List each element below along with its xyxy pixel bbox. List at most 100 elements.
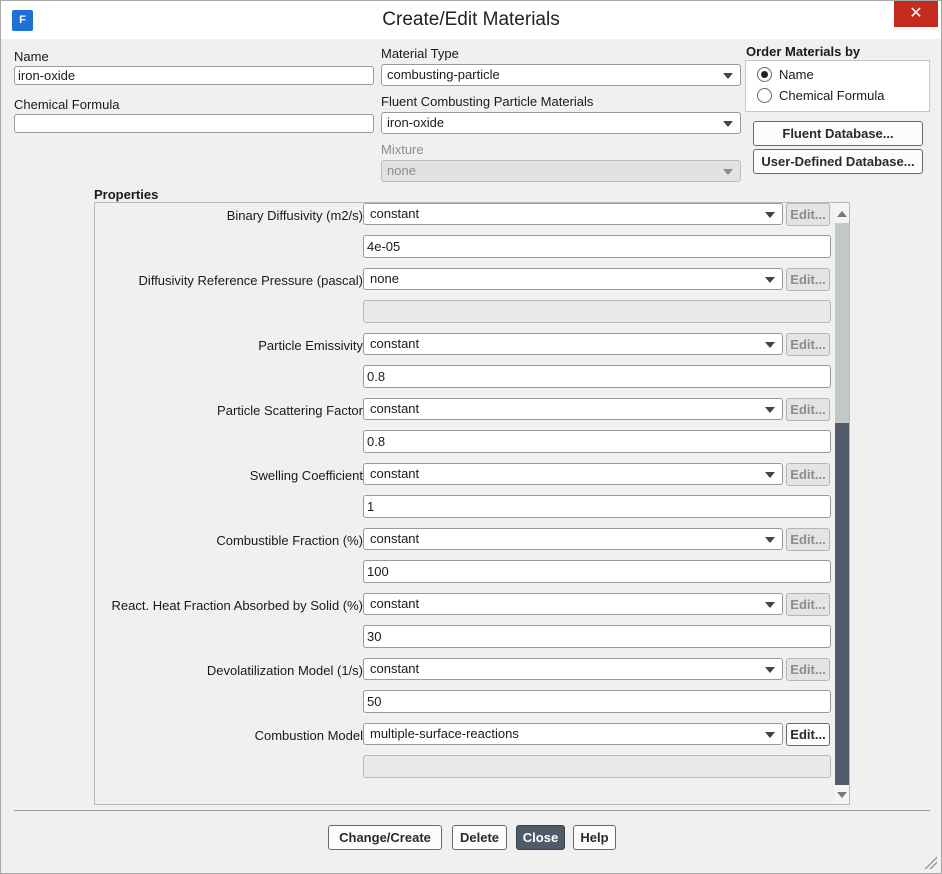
property-method-dropdown[interactable]: multiple-surface-reactions	[363, 723, 783, 745]
chevron-down-icon	[765, 472, 775, 478]
property-label: Combustible Fraction (%)	[216, 533, 363, 548]
material-type-dropdown[interactable]: combusting-particle	[381, 64, 741, 86]
property-label: Devolatilization Model (1/s)	[206, 663, 363, 678]
property-method-value: constant	[370, 596, 420, 611]
property-edit-button: Edit...	[786, 203, 830, 226]
close-icon[interactable]: ✕	[894, 1, 938, 27]
scroll-down-icon[interactable]	[834, 786, 849, 804]
property-edit-button: Edit...	[786, 333, 830, 356]
create-edit-materials-dialog: F Create/Edit Materials ✕ Name iron-oxid…	[0, 0, 942, 874]
property-edit-button[interactable]: Edit...	[786, 723, 830, 746]
property-value-input	[363, 300, 831, 323]
property-method-dropdown[interactable]: constant	[363, 528, 783, 550]
property-value-input[interactable]: 0.8	[363, 430, 831, 453]
property-row: Particle Scattering Factor constant Edit..…	[95, 398, 833, 463]
property-row: Combustion Model multiple-surface-reactio…	[95, 723, 833, 788]
chevron-down-icon	[765, 407, 775, 413]
chevron-down-icon	[765, 537, 775, 543]
title-bar[interactable]: F Create/Edit Materials ✕	[1, 1, 941, 39]
property-value-input[interactable]: 100	[363, 560, 831, 583]
property-label: Particle Scattering Factor	[217, 403, 363, 418]
property-label: Combustion Model	[254, 728, 363, 743]
property-label: Binary Diffusivity (m2/s)	[226, 208, 363, 223]
property-label: Particle Emissivity	[258, 338, 363, 353]
property-method-value: constant	[370, 661, 420, 676]
property-row: Swelling Coefficient constant Edit... 1	[95, 463, 833, 528]
order-by-name-label: Name	[779, 67, 814, 82]
property-edit-button: Edit...	[786, 528, 830, 551]
scroll-up-icon[interactable]	[834, 205, 849, 223]
property-label: React. Heat Fraction Absorbed by Solid (…	[111, 598, 363, 613]
order-by-name-radio[interactable]	[757, 67, 772, 82]
property-method-dropdown[interactable]: constant	[363, 398, 783, 420]
order-by-group: Name Chemical Formula	[745, 60, 930, 112]
user-defined-database-button[interactable]: User-Defined Database...	[753, 149, 923, 174]
chemical-formula-input[interactable]	[14, 114, 374, 133]
property-method-value: multiple-surface-reactions	[370, 726, 519, 741]
fluent-materials-dropdown[interactable]: iron-oxide	[381, 112, 741, 134]
property-row: Particle Emissivity constant Edit... 0.8	[95, 333, 833, 398]
fluent-materials-label: Fluent Combusting Particle Materials	[381, 94, 594, 109]
mixture-value: none	[387, 163, 416, 178]
name-input[interactable]: iron-oxide	[14, 66, 374, 85]
property-row: React. Heat Fraction Absorbed by Solid (…	[95, 593, 833, 658]
chevron-down-icon	[723, 169, 733, 175]
property-value-input[interactable]: 1	[363, 495, 831, 518]
chevron-down-icon	[765, 277, 775, 283]
scrollbar-track[interactable]	[835, 223, 849, 423]
fluent-database-button[interactable]: Fluent Database...	[753, 121, 923, 146]
property-row: Diffusivity Reference Pressure (pascal) n…	[95, 268, 833, 333]
radio-dot-icon	[761, 71, 768, 78]
delete-button[interactable]: Delete	[452, 825, 507, 850]
chevron-down-icon	[765, 212, 775, 218]
chevron-down-icon	[723, 121, 733, 127]
property-edit-button: Edit...	[786, 463, 830, 486]
property-method-dropdown[interactable]: constant	[363, 593, 783, 615]
property-row: Binary Diffusivity (m2/s) constant Edit...…	[95, 203, 833, 268]
property-method-dropdown[interactable]: constant	[363, 463, 783, 485]
chevron-down-icon	[765, 667, 775, 673]
property-value-input[interactable]: 4e-05	[363, 235, 831, 258]
mixture-dropdown: none	[381, 160, 741, 182]
property-method-dropdown[interactable]: none	[363, 268, 783, 290]
close-button[interactable]: Close	[516, 825, 565, 850]
property-value-input[interactable]: 50	[363, 690, 831, 713]
chevron-down-icon	[723, 73, 733, 79]
property-edit-button: Edit...	[786, 268, 830, 291]
chemical-formula-label: Chemical Formula	[14, 97, 120, 112]
property-method-dropdown[interactable]: constant	[363, 333, 783, 355]
property-method-value: constant	[370, 531, 420, 546]
order-by-formula-label: Chemical Formula	[779, 88, 885, 103]
material-type-label: Material Type	[381, 46, 459, 61]
property-row: Combustible Fraction (%) constant Edit... 1…	[95, 528, 833, 593]
material-type-value: combusting-particle	[387, 67, 500, 82]
property-method-value: constant	[370, 466, 420, 481]
property-method-value: constant	[370, 206, 420, 221]
window-title: Create/Edit Materials	[382, 9, 560, 30]
property-value-input[interactable]: 0.8	[363, 365, 831, 388]
property-value-input[interactable]: 30	[363, 625, 831, 648]
order-by-label: Order Materials by	[746, 44, 861, 59]
change-create-button[interactable]: Change/Create	[328, 825, 442, 850]
property-method-dropdown[interactable]: constant	[363, 203, 783, 225]
vertical-scrollbar[interactable]	[834, 203, 849, 804]
chevron-down-icon	[765, 602, 775, 608]
property-method-value: constant	[370, 336, 420, 351]
property-edit-button: Edit...	[786, 398, 830, 421]
property-row: Devolatilization Model (1/s) constant Edit…	[95, 658, 833, 723]
name-label: Name	[14, 49, 49, 64]
property-method-value: constant	[370, 401, 420, 416]
chevron-down-icon	[765, 342, 775, 348]
scrollbar-thumb[interactable]	[835, 423, 849, 785]
property-edit-button: Edit...	[786, 658, 830, 681]
help-button[interactable]: Help	[573, 825, 616, 850]
footer-divider	[14, 810, 930, 811]
mixture-label: Mixture	[381, 142, 424, 157]
order-by-formula-radio[interactable]	[757, 88, 772, 103]
resize-grip-icon[interactable]	[923, 855, 937, 869]
properties-panel: Binary Diffusivity (m2/s) constant Edit...…	[94, 202, 850, 805]
property-method-dropdown[interactable]: constant	[363, 658, 783, 680]
property-edit-button: Edit...	[786, 593, 830, 616]
chevron-down-icon	[765, 732, 775, 738]
property-value-input	[363, 755, 831, 778]
